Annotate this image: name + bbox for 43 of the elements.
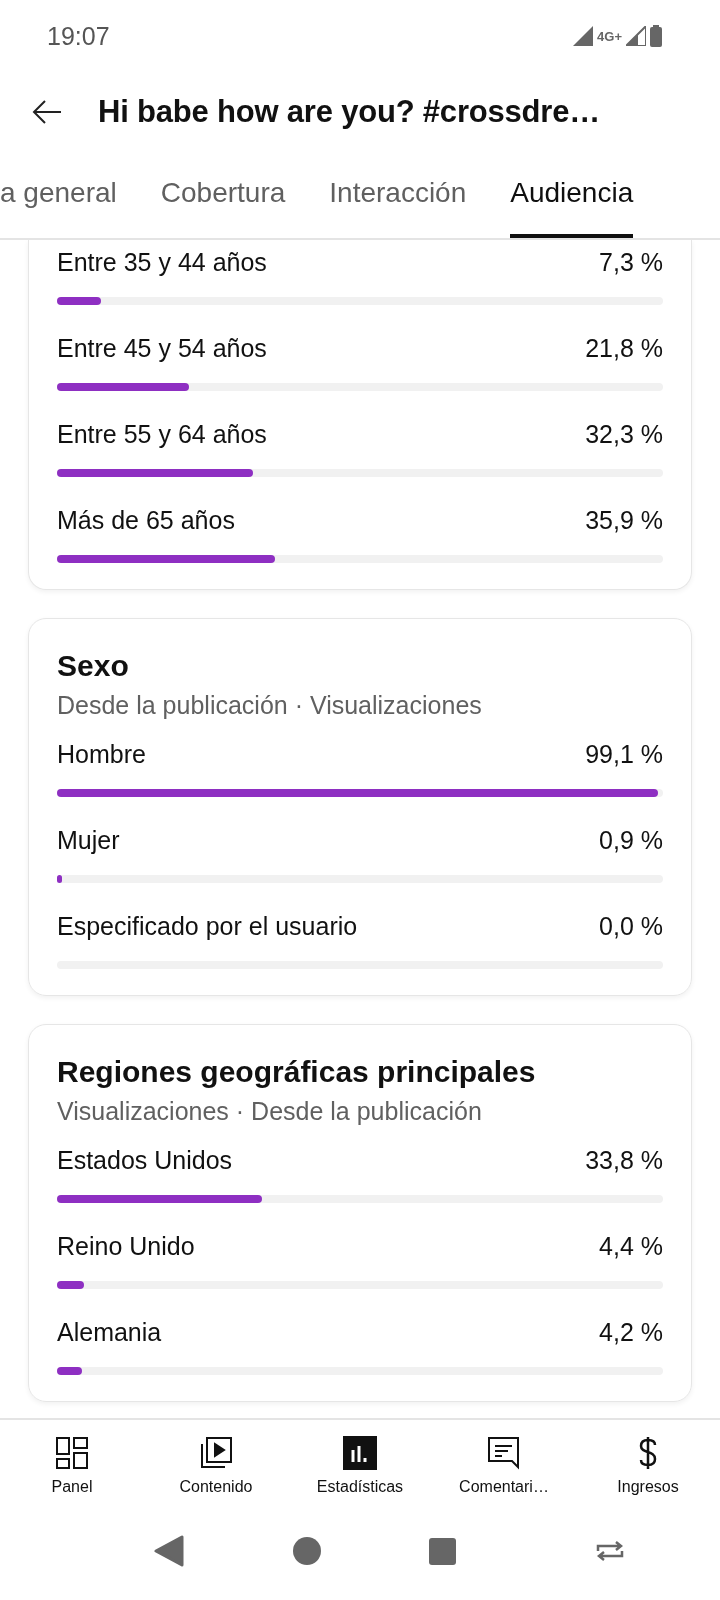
- row-label: Mujer: [57, 826, 120, 855]
- row-percentage: 0,9 %: [599, 826, 663, 855]
- battery-icon: [650, 25, 662, 47]
- row-percentage: 99,1 %: [585, 740, 663, 769]
- row-percentage: 32,3 %: [585, 420, 663, 449]
- recents-icon[interactable]: [429, 1537, 457, 1565]
- card-subtitle: Visualizaciones · Desde la publicación: [57, 1097, 483, 1126]
- row-label: Alemania: [57, 1318, 162, 1347]
- row-label: Entre 55 y 64 años: [57, 420, 267, 449]
- nav-item[interactable]: Ingresos: [583, 1436, 713, 1496]
- row-label: Estados Unidos: [57, 1146, 233, 1175]
- row-percentage: 21,8 %: [585, 334, 663, 363]
- row-percentage: 33,8 %: [585, 1146, 663, 1175]
- row-percentage: 7,3 %: [599, 248, 663, 277]
- row-label: Entre 35 y 44 años: [57, 248, 267, 277]
- nav-item[interactable]: Estadísticas: [295, 1436, 425, 1496]
- row-label: Hombre: [57, 740, 146, 769]
- tab[interactable]: Audiencia: [510, 152, 634, 238]
- row-label: Entre 45 y 54 años: [57, 334, 267, 363]
- row-label: Especificado por el usuario: [57, 912, 358, 941]
- row-percentage: 35,9 %: [585, 506, 663, 535]
- nav-item[interactable]: Comentari…: [439, 1436, 569, 1496]
- nav-item[interactable]: Panel: [7, 1436, 137, 1496]
- row-percentage: 0,0 %: [599, 912, 663, 941]
- home-icon[interactable]: [291, 1536, 322, 1566]
- card-title: Sexo: [57, 649, 130, 683]
- row-label: Reino Unido: [57, 1232, 195, 1261]
- row-percentage: 4,4 %: [599, 1232, 663, 1261]
- back-icon[interactable]: [153, 1535, 184, 1567]
- tab[interactable]: Cobertura: [160, 152, 286, 238]
- signal-icon: [573, 26, 594, 46]
- row-percentage: 4,2 %: [599, 1318, 663, 1347]
- nav-item[interactable]: Contenido: [151, 1436, 281, 1496]
- row-label: Más de 65 años: [57, 506, 235, 535]
- status-time: 19:07: [47, 21, 110, 51]
- back-button[interactable]: [32, 100, 62, 124]
- card-subtitle: Desde la publicación · Visualizaciones: [57, 691, 483, 720]
- signal-icon: [626, 26, 646, 46]
- card-title: Regiones geográficas principales: [57, 1055, 537, 1089]
- video-title: Hi babe how are you? #crossdre…: [98, 94, 600, 130]
- network-type: 4G+: [597, 28, 622, 44]
- tab[interactable]: a general: [0, 152, 117, 238]
- tab[interactable]: Interacción: [329, 152, 467, 238]
